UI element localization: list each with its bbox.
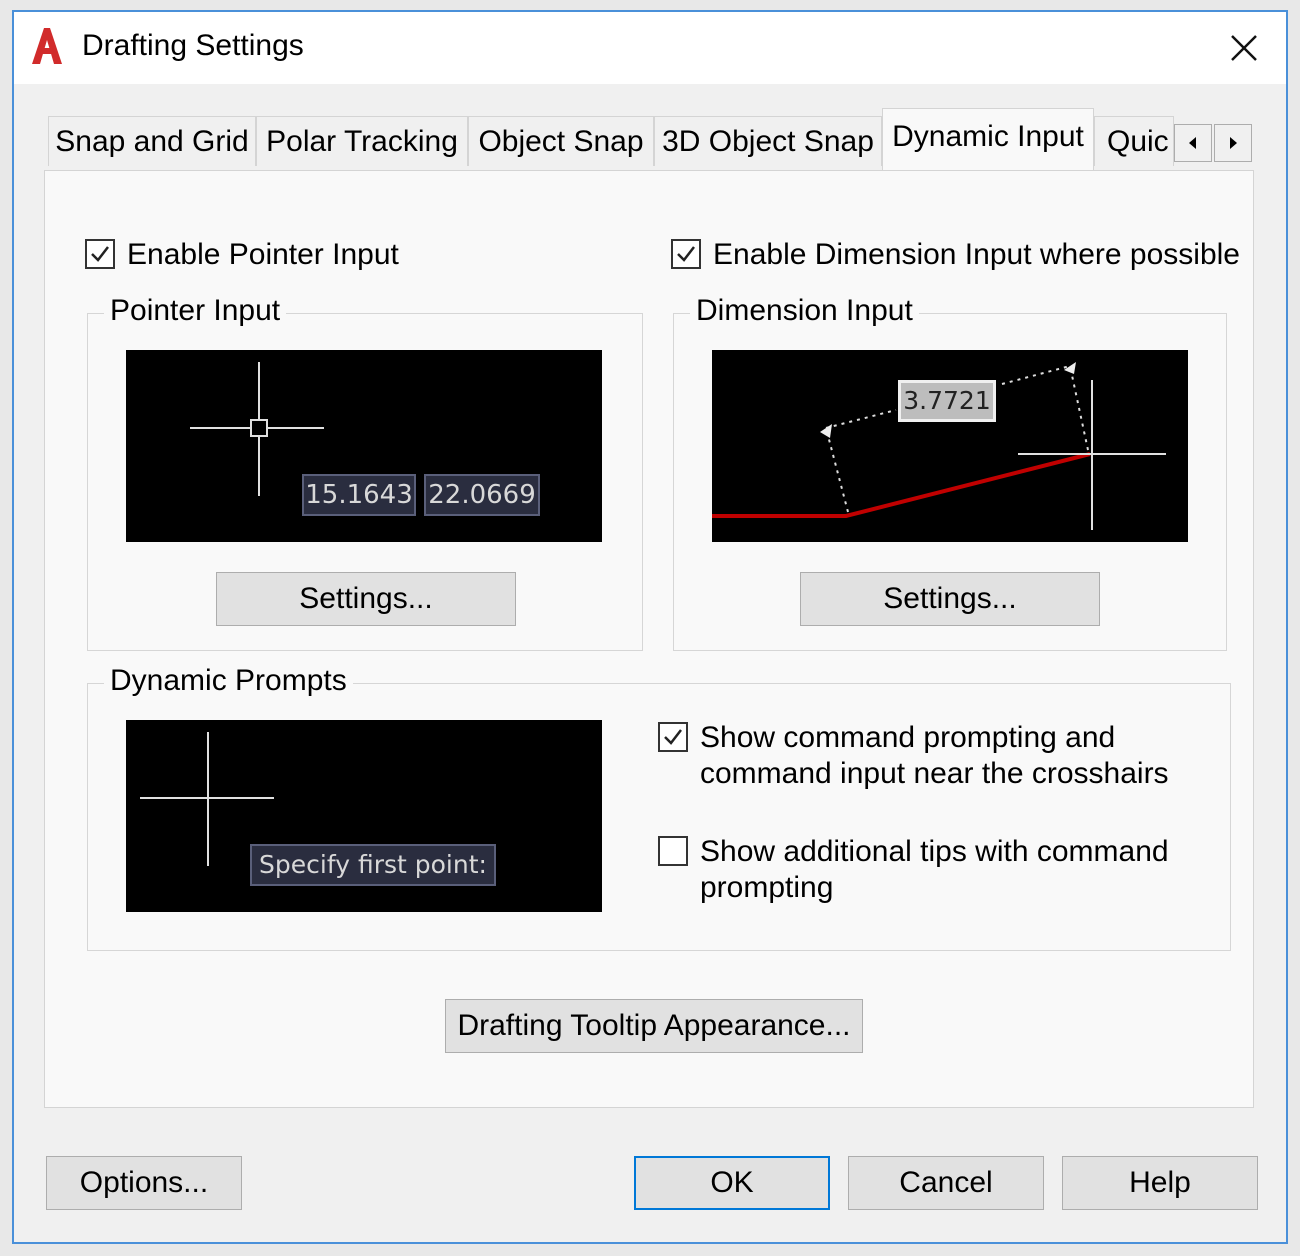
ok-button[interactable]: OK bbox=[634, 1156, 830, 1210]
enable-dimension-input-checkbox[interactable] bbox=[671, 239, 701, 269]
enable-dimension-input-label: Enable Dimension Input where possible bbox=[713, 238, 1240, 271]
cancel-button[interactable]: Cancel bbox=[848, 1156, 1044, 1210]
show-additional-tips-row[interactable]: Show additional tips with command prompt… bbox=[658, 834, 1178, 906]
dynamic-input-panel: Enable Pointer Input Enable Dimension In… bbox=[44, 170, 1254, 1108]
pointer-x-coordinate: 15.1643 bbox=[302, 474, 416, 516]
prompt-tooltip: Specify first point: bbox=[250, 844, 496, 886]
dimension-diagram-icon bbox=[712, 362, 1166, 530]
enable-pointer-input-checkbox[interactable] bbox=[85, 239, 115, 269]
checkmark-icon bbox=[91, 246, 109, 262]
tab-polar-tracking[interactable]: Polar Tracking bbox=[256, 116, 468, 166]
show-command-prompting-label: Show command prompting and command input… bbox=[700, 721, 1169, 790]
tab-scroll-right-button[interactable] bbox=[1214, 124, 1252, 162]
drafting-settings-dialog: Drafting Settings Snap and Grid Polar Tr… bbox=[12, 10, 1288, 1244]
show-command-prompting-row[interactable]: Show command prompting and command input… bbox=[658, 720, 1178, 792]
dynamic-prompts-group: Dynamic Prompts Specify first point: Sho… bbox=[87, 664, 1231, 951]
triangle-left-icon bbox=[1189, 137, 1196, 149]
help-button[interactable]: Help bbox=[1062, 1156, 1258, 1210]
checkmark-icon bbox=[677, 246, 695, 262]
enable-pointer-input-row[interactable]: Enable Pointer Input bbox=[85, 237, 399, 273]
triangle-right-icon bbox=[1230, 137, 1237, 149]
tab-3d-object-snap[interactable]: 3D Object Snap bbox=[654, 116, 882, 166]
drafting-tooltip-appearance-button[interactable]: Drafting Tooltip Appearance... bbox=[445, 999, 863, 1053]
title-bar: Drafting Settings bbox=[14, 12, 1286, 84]
show-command-prompting-checkbox[interactable] bbox=[658, 722, 688, 752]
dimension-input-group: Dimension Input 3.7721 Settings... bbox=[673, 294, 1227, 651]
dynamic-prompts-group-title: Dynamic Prompts bbox=[104, 664, 353, 698]
dimension-input-settings-button[interactable]: Settings... bbox=[800, 572, 1100, 626]
dimension-input-preview: 3.7721 bbox=[712, 350, 1188, 542]
tab-quick-properties[interactable]: Quic bbox=[1094, 116, 1174, 166]
enable-pointer-input-label: Enable Pointer Input bbox=[127, 238, 399, 271]
pointer-input-preview: 15.1643 22.0669 bbox=[126, 350, 602, 542]
dimension-value-box: 3.7721 bbox=[898, 380, 996, 422]
enable-dimension-input-row[interactable]: Enable Dimension Input where possible bbox=[671, 237, 1240, 273]
pointer-input-group: Pointer Input 15.1643 22.0669 Settings..… bbox=[87, 294, 643, 651]
tab-dynamic-input[interactable]: Dynamic Input bbox=[882, 108, 1094, 170]
dialog-title: Drafting Settings bbox=[82, 29, 304, 62]
options-button[interactable]: Options... bbox=[46, 1156, 242, 1210]
dynamic-prompts-preview: Specify first point: bbox=[126, 720, 602, 912]
pointer-input-group-title: Pointer Input bbox=[104, 294, 287, 328]
pointer-input-settings-button[interactable]: Settings... bbox=[216, 572, 516, 626]
autocad-a-icon bbox=[30, 26, 64, 66]
tab-object-snap[interactable]: Object Snap bbox=[468, 116, 654, 166]
show-additional-tips-label: Show additional tips with command prompt… bbox=[700, 835, 1169, 904]
pointer-y-coordinate: 22.0669 bbox=[424, 474, 540, 516]
dimension-input-group-title: Dimension Input bbox=[690, 294, 919, 328]
checkmark-icon bbox=[664, 729, 682, 745]
tab-scroll-left-button[interactable] bbox=[1174, 124, 1212, 162]
tab-snap-and-grid[interactable]: Snap and Grid bbox=[48, 116, 256, 166]
show-additional-tips-checkbox[interactable] bbox=[658, 836, 688, 866]
close-x-icon bbox=[1231, 35, 1257, 61]
close-button[interactable] bbox=[1216, 20, 1272, 76]
